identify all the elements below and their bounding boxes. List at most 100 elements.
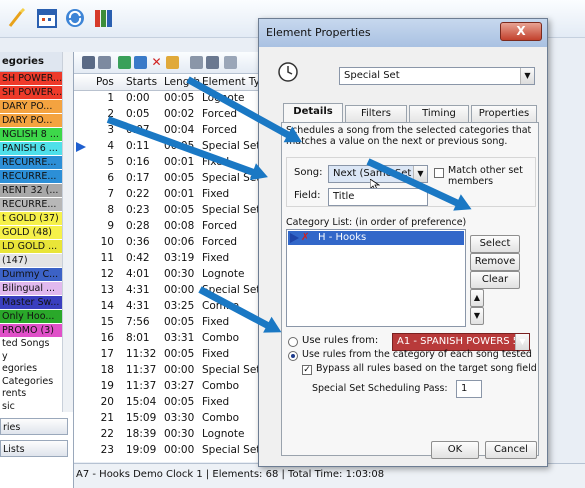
use-rules-from-value: A1 - SPANISH POWERS 5 <box>397 336 520 347</box>
save-icon[interactable] <box>82 56 95 69</box>
table-row[interactable]: 10 0:36 00:06 Forced <box>74 235 268 251</box>
insert-icon[interactable] <box>118 56 131 69</box>
pass-stepper[interactable]: 1 <box>456 380 482 398</box>
move-up-button[interactable]: ▲ <box>470 289 484 307</box>
bypass-checkbox[interactable]: ✓ <box>302 365 312 375</box>
table-row[interactable]: 16 8:01 03:31 Combo <box>74 331 268 347</box>
clock-grid: ✕ Pos Starts Length Element Typ 1 0:00 00:… <box>74 52 268 462</box>
cell-starts: 11:37 <box>126 364 157 376</box>
col-pos-header[interactable]: Pos <box>96 76 114 88</box>
use-rules-from-label: Use rules from: <box>302 335 379 346</box>
table-row[interactable]: 17 11:32 00:05 Fixed <box>74 347 268 363</box>
cell-length: 00:08 <box>164 220 195 232</box>
cell-pos: 3 <box>107 124 114 136</box>
use-rules-from-radio[interactable] <box>288 337 298 347</box>
cell-type: Fixed <box>202 348 230 360</box>
clear-button[interactable]: Clear <box>470 271 520 289</box>
cell-length: 00:05 <box>164 396 195 408</box>
cell-starts: 0:23 <box>126 204 150 216</box>
category-item-label: H - Hooks <box>318 232 367 243</box>
cell-type: Forced <box>202 108 238 120</box>
close-button[interactable]: X <box>500 22 542 41</box>
table-row[interactable]: 6 0:17 00:05 Special Set <box>74 171 268 187</box>
details-tab-panel: Schedules a song from the selected categ… <box>281 122 539 456</box>
cell-length: 00:04 <box>164 124 195 136</box>
cell-pos: 7 <box>107 188 114 200</box>
category-list-item[interactable]: H - Hooks <box>288 231 464 245</box>
cell-length: 00:05 <box>164 348 195 360</box>
cell-length: 03:27 <box>164 380 195 392</box>
table-row[interactable]: 20 15:04 00:05 Fixed <box>74 395 268 411</box>
field-select[interactable]: Title <box>328 188 428 206</box>
select-button[interactable]: Select <box>470 235 520 253</box>
col-starts-header[interactable]: Starts <box>126 76 157 88</box>
cell-starts: 4:31 <box>126 300 150 312</box>
table-row[interactable]: 12 4:01 00:30 Lognote <box>74 267 268 283</box>
table-row[interactable]: 7 0:22 00:01 Fixed <box>74 187 268 203</box>
cell-length: 00:00 <box>164 444 195 456</box>
category-listbox[interactable]: H - Hooks ✗ <box>286 229 466 327</box>
table-row[interactable]: 19 11:37 03:27 Combo <box>74 379 268 395</box>
tab-timing[interactable]: Timing <box>409 105 469 122</box>
cancel-button[interactable]: Cancel <box>485 441 537 459</box>
col-type-header[interactable]: Element Typ <box>202 76 266 88</box>
ok-button[interactable]: OK <box>431 441 479 459</box>
cell-starts: 0:22 <box>126 188 150 200</box>
edit-icon[interactable] <box>134 56 147 69</box>
grid-icon[interactable] <box>190 56 203 69</box>
remove-button[interactable]: Remove <box>470 253 520 271</box>
clock-icon <box>277 61 299 83</box>
calendar-icon[interactable] <box>34 5 60 31</box>
cell-starts: 0:17 <box>126 172 150 184</box>
tab-filters[interactable]: Filters <box>345 105 407 122</box>
table-row[interactable]: 9 0:28 00:08 Forced <box>74 219 268 235</box>
grid-toolbar: ✕ <box>74 52 268 74</box>
delete-icon[interactable]: ✕ <box>150 56 163 69</box>
cell-pos: 19 <box>100 380 114 392</box>
settings-icon[interactable] <box>206 56 219 69</box>
cell-pos: 6 <box>107 172 114 184</box>
table-row[interactable]: 15 7:56 00:05 Fixed <box>74 315 268 331</box>
cell-starts: 11:37 <box>126 380 157 392</box>
cell-starts: 7:56 <box>126 316 150 328</box>
cell-pos: 22 <box>100 428 114 440</box>
table-row[interactable]: 11 0:42 03:19 Fixed <box>74 251 268 267</box>
chevron-down-icon: ▼ <box>520 68 534 84</box>
table-row[interactable]: 3 0:07 00:04 Forced <box>74 123 268 139</box>
cell-pos: 16 <box>100 332 114 344</box>
library-icon[interactable] <box>91 5 117 31</box>
table-row[interactable]: 22 18:39 00:30 Lognote <box>74 427 268 443</box>
cell-starts: 11:32 <box>126 348 157 360</box>
cell-pos: 11 <box>100 252 114 264</box>
table-row[interactable]: 21 15:09 03:30 Combo <box>74 411 268 427</box>
match-other-checkbox[interactable] <box>434 168 444 178</box>
cell-length: 00:30 <box>164 268 195 280</box>
cell-type: Special Set <box>202 444 261 456</box>
table-row[interactable]: 18 11:37 00:00 Special Set <box>74 363 268 379</box>
cell-type: Fixed <box>202 188 230 200</box>
tab-properties[interactable]: Properties <box>471 105 537 122</box>
properties-icon[interactable] <box>166 56 179 69</box>
element-type-value: Special Set <box>344 70 400 81</box>
wand-icon[interactable] <box>4 5 30 31</box>
play-arrow-icon <box>290 233 299 243</box>
cell-starts: 0:42 <box>126 252 150 264</box>
cell-type: Combo <box>202 380 240 392</box>
tab-details[interactable]: Details <box>283 103 343 123</box>
view-icon[interactable] <box>224 56 237 69</box>
cell-pos: 10 <box>100 236 114 248</box>
table-row[interactable]: 13 4:31 00:00 Special Set <box>74 283 268 299</box>
cell-pos: 12 <box>100 268 114 280</box>
refresh-icon[interactable] <box>62 5 88 31</box>
table-row[interactable]: 23 19:09 00:00 Special Set <box>74 443 268 459</box>
cell-pos: 17 <box>100 348 114 360</box>
categories-button[interactable]: ries <box>0 418 68 435</box>
category-scrollbar[interactable] <box>62 52 73 412</box>
use-rules-each-radio[interactable] <box>288 351 298 361</box>
table-row[interactable]: 8 0:23 00:05 Special Set <box>74 203 268 219</box>
element-type-select[interactable]: Special Set ▼ <box>339 67 535 85</box>
print-icon[interactable] <box>98 56 111 69</box>
move-down-button[interactable]: ▼ <box>470 307 484 325</box>
pass-label: Special Set Scheduling Pass: <box>312 383 448 394</box>
lists-button[interactable]: Lists <box>0 440 68 457</box>
